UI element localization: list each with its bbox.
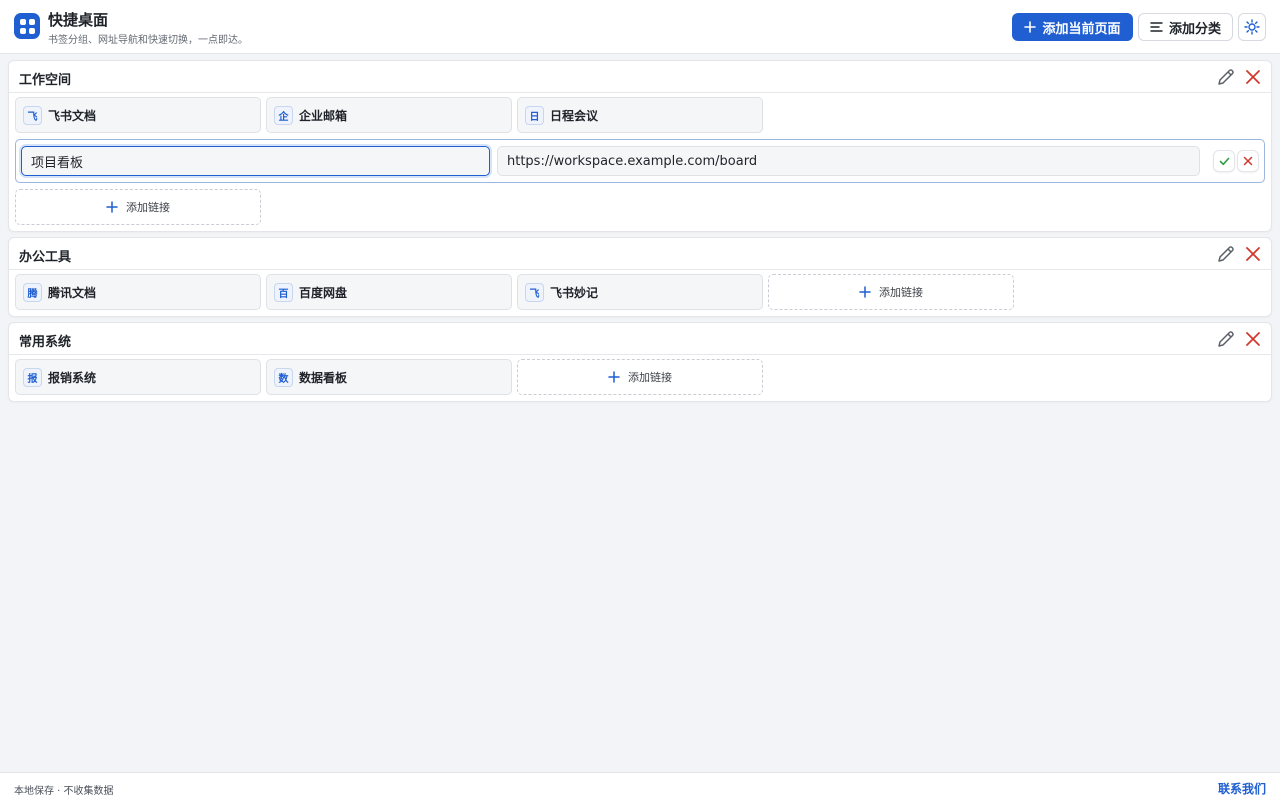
- link-card[interactable]: 腾 腾讯文档: [15, 274, 261, 310]
- link-badge: 日: [525, 106, 544, 125]
- close-icon: [1243, 156, 1253, 166]
- add-category-label: 添加分类: [1168, 20, 1221, 36]
- edit-group-button[interactable]: [1215, 328, 1237, 350]
- link-name: 飞书文档: [48, 109, 97, 123]
- delete-group-button[interactable]: [1242, 66, 1264, 88]
- app-title: 快捷桌面: [48, 11, 109, 29]
- link-badge: 腾: [23, 283, 42, 302]
- link-edit-row: [15, 139, 1265, 183]
- cancel-edit-button[interactable]: [1237, 150, 1259, 172]
- privacy-note: 本地保存 · 不收集数据: [14, 786, 114, 797]
- link-name: 企业邮箱: [299, 109, 348, 123]
- app-subtitle: 书签分组、网址导航和快速切换，一点即达。: [48, 35, 248, 46]
- link-card[interactable]: 报 报销系统: [15, 359, 261, 395]
- link-name: 飞书妙记: [550, 286, 599, 300]
- add-category-button[interactable]: 添加分类: [1138, 13, 1233, 41]
- plus-icon: [1024, 21, 1037, 33]
- link-badge: 百: [274, 283, 293, 302]
- delete-group-button[interactable]: [1242, 328, 1264, 350]
- app-grid-icon: [14, 13, 40, 39]
- link-name-input[interactable]: [21, 146, 490, 176]
- group-title: 常用系统: [19, 335, 72, 350]
- link-url-input[interactable]: [497, 146, 1200, 176]
- link-name: 数据看板: [299, 371, 348, 385]
- link-card[interactable]: 飞 飞书妙记: [517, 274, 763, 310]
- pencil-icon: [1218, 331, 1234, 347]
- add-link-label: 添加链接: [126, 201, 170, 214]
- group-office-tools: 办公工具 腾 腾讯文档 百 百度网盘 飞 飞书妙记 添加链接: [8, 237, 1272, 317]
- link-name: 腾讯文档: [48, 286, 97, 300]
- check-icon: [1219, 157, 1229, 165]
- contact-us-link[interactable]: 联系我们: [1218, 780, 1266, 797]
- group-header: 常用系统: [9, 323, 1271, 355]
- link-badge: 数: [274, 368, 293, 387]
- link-card[interactable]: 日 日程会议: [517, 97, 763, 133]
- theme-toggle-button[interactable]: [1238, 13, 1266, 41]
- close-icon: [1246, 332, 1260, 346]
- add-current-page-label: 添加当前页面: [1042, 20, 1121, 36]
- pencil-icon: [1218, 69, 1234, 85]
- link-badge: 报: [23, 368, 42, 387]
- link-name: 日程会议: [550, 109, 599, 123]
- group-title: 工作空间: [19, 73, 72, 88]
- sun-icon: [1244, 19, 1260, 35]
- link-name: 报销系统: [48, 371, 97, 385]
- add-link-button[interactable]: 添加链接: [517, 359, 763, 395]
- pencil-icon: [1218, 246, 1234, 262]
- link-card[interactable]: 企 企业邮箱: [266, 97, 512, 133]
- close-icon: [1246, 70, 1260, 84]
- delete-group-button[interactable]: [1242, 243, 1264, 265]
- group-header: 工作空间: [9, 61, 1271, 93]
- link-name: 百度网盘: [299, 286, 348, 300]
- list-icon: [1150, 22, 1163, 32]
- link-card[interactable]: 飞 飞书文档: [15, 97, 261, 133]
- link-card[interactable]: 百 百度网盘: [266, 274, 512, 310]
- link-card[interactable]: 数 数据看板: [266, 359, 512, 395]
- app-header: 快捷桌面 书签分组、网址导航和快速切换，一点即达。 添加当前页面 添加分类: [0, 0, 1280, 54]
- add-link-label: 添加链接: [628, 371, 672, 384]
- edit-group-button[interactable]: [1215, 66, 1237, 88]
- add-link-label: 添加链接: [879, 286, 923, 299]
- app-footer: 本地保存 · 不收集数据 联系我们: [0, 772, 1280, 800]
- close-icon: [1246, 247, 1260, 261]
- add-current-page-button[interactable]: 添加当前页面: [1012, 13, 1133, 41]
- link-badge: 飞: [23, 106, 42, 125]
- edit-group-button[interactable]: [1215, 243, 1237, 265]
- group-workspace: 工作空间 飞 飞书文档 企 企业邮箱 日 日程会议 添加链接: [8, 60, 1272, 232]
- confirm-edit-button[interactable]: [1213, 150, 1235, 172]
- plus-icon: [608, 371, 620, 383]
- add-link-button[interactable]: 添加链接: [15, 189, 261, 225]
- group-title: 办公工具: [19, 250, 72, 265]
- link-badge: 企: [274, 106, 293, 125]
- plus-icon: [859, 286, 871, 298]
- link-badge: 飞: [525, 283, 544, 302]
- plus-icon: [106, 201, 118, 213]
- group-common-systems: 常用系统 报 报销系统 数 数据看板 添加链接: [8, 322, 1272, 402]
- add-link-button[interactable]: 添加链接: [768, 274, 1014, 310]
- group-header: 办公工具: [9, 238, 1271, 270]
